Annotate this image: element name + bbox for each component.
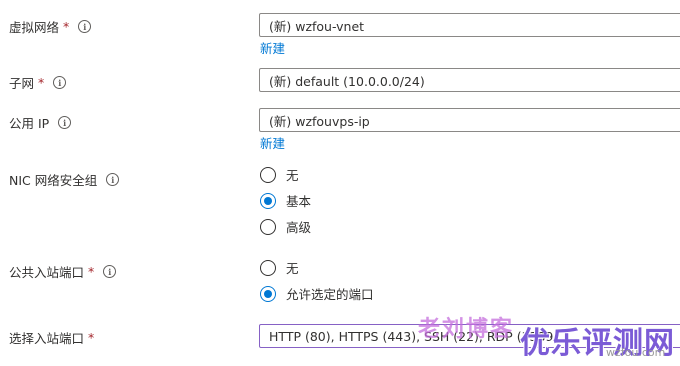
info-icon[interactable]: i xyxy=(58,116,72,129)
subnet-label-row: 子网 * i xyxy=(9,73,67,92)
info-icon[interactable]: i xyxy=(106,173,120,186)
public-ip-select[interactable]: (新) wzfouvps-ip xyxy=(259,108,680,132)
radio-unchecked-icon[interactable] xyxy=(260,166,276,183)
inbound-ports-option-none[interactable]: 无 xyxy=(260,258,299,277)
public-ip-select-value: (新) wzfouvps-ip xyxy=(269,113,370,129)
radio-label: 无 xyxy=(286,261,299,276)
radio-checked-icon[interactable] xyxy=(260,285,276,302)
nic-nsg-option-none[interactable]: 无 xyxy=(260,165,299,184)
radio-unchecked-icon[interactable] xyxy=(260,218,276,235)
public-ip-label: 公用 IP xyxy=(9,116,50,131)
radio-label: 允许选定的端口 xyxy=(286,287,374,302)
radio-unchecked-icon[interactable] xyxy=(260,259,276,276)
vnet-select-value: (新) wzfou-vnet xyxy=(269,18,365,34)
radio-label: 无 xyxy=(286,168,299,183)
select-ports-label: 选择入站端口 xyxy=(9,331,85,346)
public-ip-create-new-link[interactable]: 新建 xyxy=(260,133,285,152)
radio-label: 高级 xyxy=(286,220,312,235)
inbound-ports-label-row: 公共入站端口 * i xyxy=(9,262,117,281)
required-asterisk: * xyxy=(88,264,95,279)
subnet-select-value: (新) default (10.0.0.0/24) xyxy=(269,73,425,89)
inbound-ports-label: 公共入站端口 xyxy=(9,265,85,280)
info-icon[interactable]: i xyxy=(53,76,67,89)
nic-nsg-option-advanced[interactable]: 高级 xyxy=(260,217,311,236)
nic-nsg-label-row: NIC 网络安全组 i xyxy=(9,170,120,189)
select-ports-label-row: 选择入站端口 * xyxy=(9,328,94,347)
required-asterisk: * xyxy=(38,75,45,90)
inbound-ports-option-allow-selected[interactable]: 允许选定的端口 xyxy=(260,284,374,303)
public-ip-label-row: 公用 IP i xyxy=(9,113,72,132)
required-asterisk: * xyxy=(63,19,70,34)
info-icon[interactable]: i xyxy=(103,265,117,278)
nic-nsg-option-basic[interactable]: 基本 xyxy=(260,191,311,210)
subnet-label: 子网 xyxy=(9,76,35,91)
vnet-label: 虚拟网络 xyxy=(9,20,60,35)
radio-checked-icon[interactable] xyxy=(260,192,276,209)
info-icon[interactable]: i xyxy=(78,20,92,33)
subnet-select[interactable]: (新) default (10.0.0.0/24) xyxy=(259,68,680,92)
radio-label: 基本 xyxy=(286,194,312,209)
vnet-label-row: 虚拟网络 * i xyxy=(9,17,92,36)
nic-nsg-label: NIC 网络安全组 xyxy=(9,173,98,188)
watermark-blog: 老刘博客 xyxy=(418,317,515,342)
required-asterisk: * xyxy=(88,330,95,345)
vnet-create-new-link[interactable]: 新建 xyxy=(260,38,285,57)
select-ports-value: HTTP (80), HTTPS (443), SSH (22), RDP (3… xyxy=(269,328,559,344)
vnet-select[interactable]: (新) wzfou-vnet xyxy=(259,13,680,37)
watermark-domain: wzfou.com xyxy=(606,346,666,359)
